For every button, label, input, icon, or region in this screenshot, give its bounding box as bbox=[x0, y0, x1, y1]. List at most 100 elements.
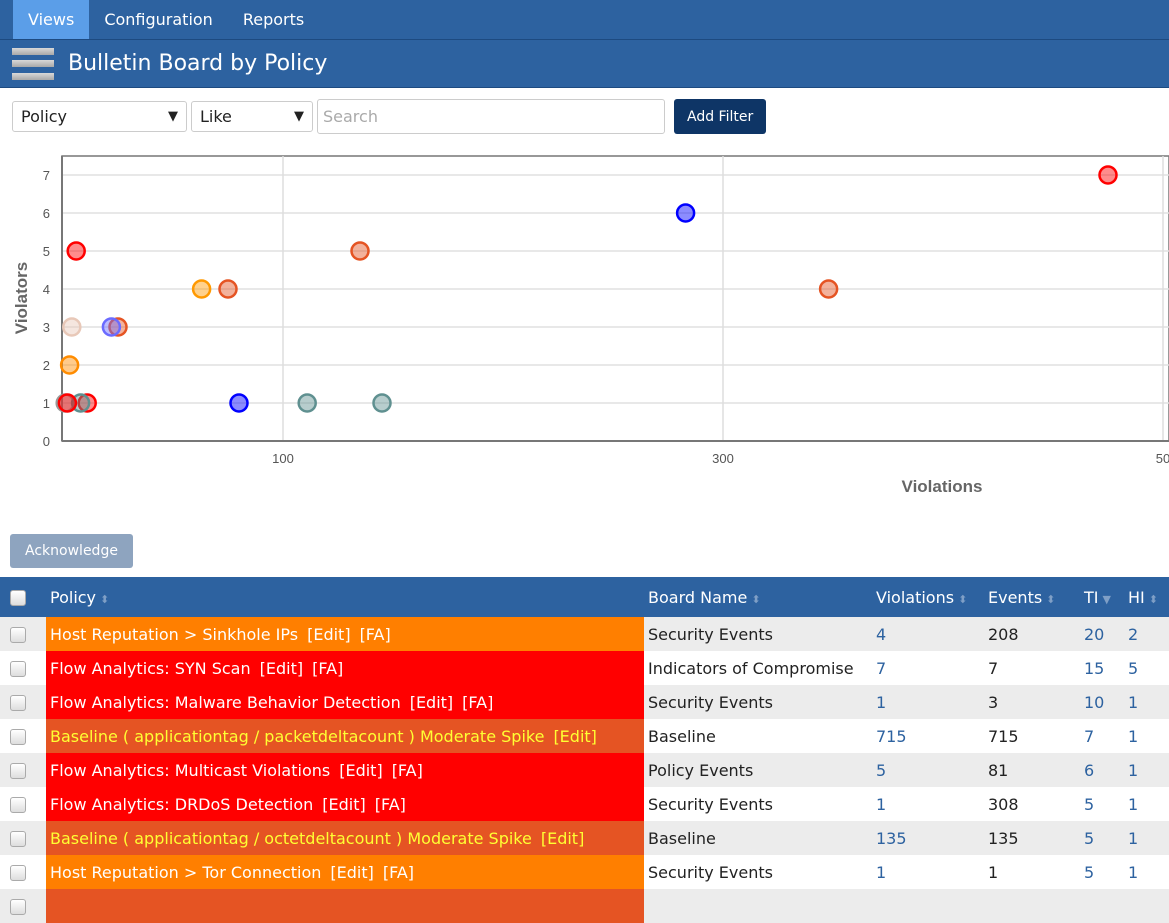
fa-link[interactable]: [FA] bbox=[360, 625, 391, 644]
row-checkbox[interactable] bbox=[10, 865, 26, 881]
violations-cell[interactable]: 7 bbox=[872, 651, 984, 685]
violations-cell[interactable]: 1 bbox=[872, 787, 984, 821]
col-violations[interactable]: Violations ⬍ bbox=[872, 577, 984, 617]
tab-reports[interactable]: Reports bbox=[228, 0, 319, 39]
edit-link[interactable]: [Edit] bbox=[307, 625, 350, 644]
row-checkbox[interactable] bbox=[10, 661, 26, 677]
hi-cell[interactable]: 1 bbox=[1124, 855, 1169, 889]
row-checkbox[interactable] bbox=[10, 695, 26, 711]
operator-select[interactable]: Like ▼ bbox=[191, 101, 313, 132]
policy-link[interactable]: Flow Analytics: Malware Behavior Detecti… bbox=[50, 693, 401, 712]
edit-link[interactable]: [Edit] bbox=[339, 761, 382, 780]
ti-cell[interactable]: 10 bbox=[1080, 685, 1124, 719]
data-point[interactable] bbox=[1098, 165, 1118, 185]
data-point[interactable] bbox=[229, 393, 249, 413]
row-checkbox[interactable] bbox=[10, 627, 26, 643]
data-point[interactable] bbox=[62, 317, 82, 337]
data-point[interactable] bbox=[57, 393, 78, 413]
data-point[interactable] bbox=[675, 203, 696, 223]
data-point[interactable] bbox=[297, 393, 317, 413]
hi-link[interactable]: 1 bbox=[1128, 795, 1138, 814]
fa-link[interactable]: [FA] bbox=[392, 761, 423, 780]
acknowledge-button[interactable]: Acknowledge bbox=[10, 534, 133, 568]
violations-link[interactable]: 135 bbox=[876, 829, 907, 848]
violations-link[interactable]: 5 bbox=[876, 761, 886, 780]
violations-cell[interactable]: 715 bbox=[872, 719, 984, 753]
ti-link[interactable]: 5 bbox=[1084, 795, 1094, 814]
violations-cell[interactable]: 1 bbox=[872, 855, 984, 889]
ti-cell[interactable]: 6 bbox=[1080, 753, 1124, 787]
policy-link[interactable]: Flow Analytics: Multicast Violations bbox=[50, 761, 330, 780]
edit-link[interactable]: [Edit] bbox=[322, 795, 365, 814]
violations-cell[interactable]: 5 bbox=[872, 753, 984, 787]
hi-link[interactable]: 2 bbox=[1128, 625, 1138, 644]
col-events[interactable]: Events ⬍ bbox=[984, 577, 1080, 617]
violations-cell[interactable] bbox=[872, 889, 984, 923]
search-input[interactable] bbox=[317, 99, 665, 134]
row-checkbox[interactable] bbox=[10, 797, 26, 813]
hi-cell[interactable]: 1 bbox=[1124, 753, 1169, 787]
fa-link[interactable]: [FA] bbox=[462, 693, 493, 712]
edit-link[interactable]: [Edit] bbox=[410, 693, 453, 712]
ti-cell[interactable]: 20 bbox=[1080, 617, 1124, 651]
policy-link[interactable]: Baseline ( applicationtag / packetdeltac… bbox=[50, 727, 544, 746]
row-checkbox[interactable] bbox=[10, 763, 26, 779]
ti-link[interactable]: 10 bbox=[1084, 693, 1104, 712]
fa-link[interactable]: [FA] bbox=[375, 795, 406, 814]
ti-link[interactable]: 20 bbox=[1084, 625, 1104, 644]
violations-cell[interactable]: 1 bbox=[872, 685, 984, 719]
select-all-checkbox[interactable] bbox=[10, 590, 26, 606]
policy-link[interactable]: Flow Analytics: SYN Scan bbox=[50, 659, 251, 678]
data-point[interactable] bbox=[66, 241, 86, 261]
ti-cell[interactable]: 5 bbox=[1080, 855, 1124, 889]
violations-cell[interactable]: 135 bbox=[872, 821, 984, 855]
col-board-name[interactable]: Board Name ⬍ bbox=[644, 577, 872, 617]
data-point[interactable] bbox=[191, 279, 212, 299]
violations-link[interactable]: 4 bbox=[876, 625, 886, 644]
add-filter-button[interactable]: Add Filter bbox=[674, 99, 767, 134]
tab-views[interactable]: Views bbox=[13, 0, 90, 39]
hi-link[interactable]: 1 bbox=[1128, 727, 1138, 746]
violations-cell[interactable]: 4 bbox=[872, 617, 984, 651]
violations-link[interactable]: 715 bbox=[876, 727, 907, 746]
data-point[interactable] bbox=[372, 393, 392, 413]
data-point[interactable] bbox=[350, 241, 370, 261]
hi-link[interactable]: 1 bbox=[1128, 829, 1138, 848]
row-checkbox[interactable] bbox=[10, 899, 26, 915]
ti-link[interactable]: 6 bbox=[1084, 761, 1094, 780]
row-checkbox[interactable] bbox=[10, 729, 26, 745]
col-ti[interactable]: TI ▼ bbox=[1080, 577, 1124, 617]
hi-cell[interactable]: 1 bbox=[1124, 719, 1169, 753]
edit-link[interactable]: [Edit] bbox=[330, 863, 373, 882]
ti-link[interactable]: 5 bbox=[1084, 829, 1094, 848]
row-checkbox[interactable] bbox=[10, 831, 26, 847]
field-select[interactable]: Policy ▼ bbox=[12, 101, 187, 132]
ti-cell[interactable] bbox=[1080, 889, 1124, 923]
violations-link[interactable]: 7 bbox=[876, 659, 886, 678]
col-hi[interactable]: HI ⬍ bbox=[1124, 577, 1169, 617]
hi-cell[interactable]: 1 bbox=[1124, 787, 1169, 821]
data-point[interactable] bbox=[59, 355, 80, 375]
violations-link[interactable]: 1 bbox=[876, 863, 886, 882]
hi-link[interactable]: 1 bbox=[1128, 693, 1138, 712]
hi-cell[interactable]: 2 bbox=[1124, 617, 1169, 651]
data-point[interactable] bbox=[218, 279, 238, 299]
ti-cell[interactable]: 7 bbox=[1080, 719, 1124, 753]
col-policy[interactable]: Policy ⬍ bbox=[46, 577, 644, 617]
hi-link[interactable]: 1 bbox=[1128, 863, 1138, 882]
edit-link[interactable]: [Edit] bbox=[553, 727, 596, 746]
policy-link[interactable]: Host Reputation > Sinkhole IPs bbox=[50, 625, 298, 644]
policy-link[interactable]: Host Reputation > Tor Connection bbox=[50, 863, 321, 882]
hi-cell[interactable]: 1 bbox=[1124, 821, 1169, 855]
data-point[interactable] bbox=[818, 279, 839, 299]
tab-configuration[interactable]: Configuration bbox=[89, 0, 228, 39]
ti-link[interactable]: 7 bbox=[1084, 727, 1094, 746]
fa-link[interactable]: [FA] bbox=[383, 863, 414, 882]
ti-link[interactable]: 15 bbox=[1084, 659, 1104, 678]
data-point[interactable] bbox=[101, 317, 122, 337]
ti-link[interactable]: 5 bbox=[1084, 863, 1094, 882]
violations-link[interactable]: 1 bbox=[876, 795, 886, 814]
hi-link[interactable]: 1 bbox=[1128, 761, 1138, 780]
ti-cell[interactable]: 5 bbox=[1080, 821, 1124, 855]
hi-cell[interactable] bbox=[1124, 889, 1169, 923]
